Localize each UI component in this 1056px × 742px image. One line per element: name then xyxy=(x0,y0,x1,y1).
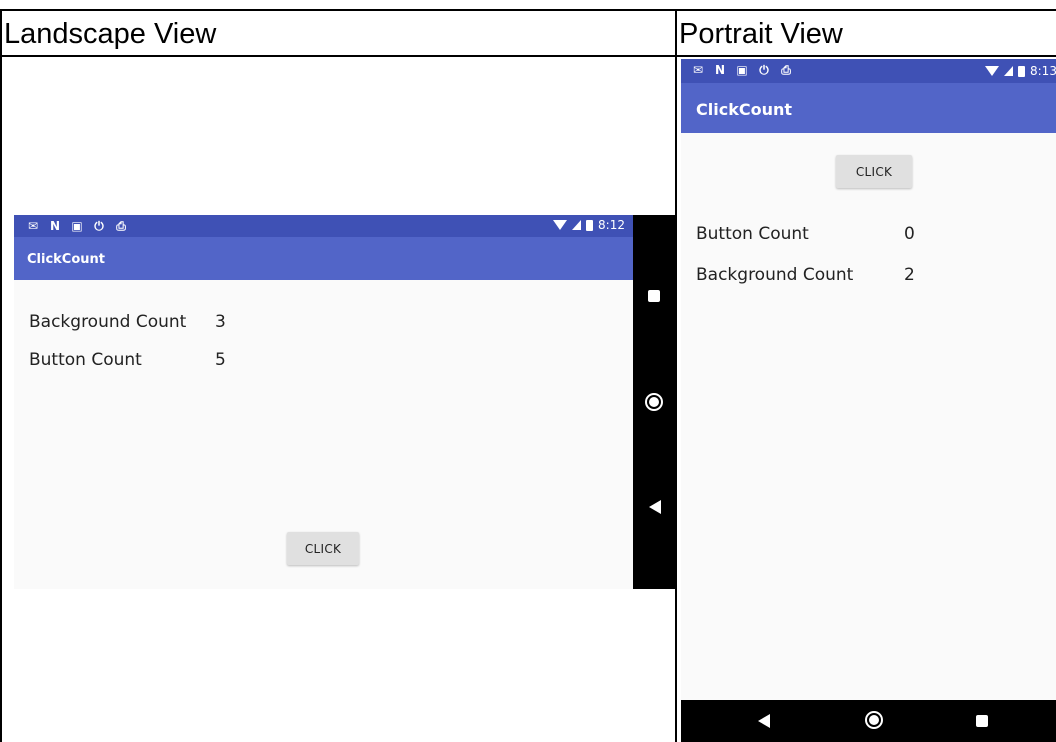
recents-icon[interactable] xyxy=(976,715,988,727)
back-icon[interactable] xyxy=(758,714,770,728)
portrait-status-bar: ✉ N ▣ ⏻ ⎙ 8:13 xyxy=(681,59,1056,83)
table-top-border xyxy=(0,9,1056,11)
portrait-notification-icons: ✉ N ▣ ⏻ ⎙ xyxy=(691,63,793,77)
landscape-status-time: 8:12 xyxy=(598,218,625,232)
home-icon[interactable] xyxy=(865,711,883,729)
gmail-icon: ✉ xyxy=(692,63,704,77)
back-icon[interactable] xyxy=(649,500,661,514)
portrait-value-button-count: 0 xyxy=(904,224,915,244)
landscape-label-background-count: Background Count xyxy=(29,312,187,332)
portrait-nav-bar xyxy=(681,700,1056,742)
landscape-status-bar: ✉ N ▣ ⏻ ⎙ 8:12 xyxy=(14,215,633,237)
landscape-app-bar: ClickCount xyxy=(14,237,633,280)
landscape-status-right: 8:12 xyxy=(553,218,625,232)
landscape-click-button[interactable]: CLICK xyxy=(287,532,359,565)
signal-icon xyxy=(1004,66,1013,76)
table-column-divider xyxy=(675,9,677,742)
wifi-icon xyxy=(985,66,999,76)
landscape-notification-icons: ✉ N ▣ ⏻ ⎙ xyxy=(26,219,128,233)
portrait-value-background-count: 2 xyxy=(904,265,915,285)
gmail-icon: ✉ xyxy=(27,219,39,233)
power-icon: ⏻ xyxy=(94,219,104,233)
wifi-icon xyxy=(553,220,568,230)
landscape-nav-bar xyxy=(633,215,675,589)
landscape-screen: ✉ N ▣ ⏻ ⎙ 8:12 ClickCount Background Cou… xyxy=(14,215,633,589)
n-icon: N xyxy=(49,219,61,233)
sim-icon: ▣ xyxy=(71,219,83,233)
table-header-divider xyxy=(0,55,1056,57)
n-icon: N xyxy=(714,63,726,77)
portrait-heading: Portrait View xyxy=(679,18,843,50)
signal-icon xyxy=(572,220,582,230)
battery-icon xyxy=(1018,65,1025,77)
portrait-label-background-count: Background Count xyxy=(696,265,854,285)
battery-icon xyxy=(586,219,594,231)
landscape-heading: Landscape View xyxy=(4,18,217,50)
sim-icon: ▣ xyxy=(736,63,748,77)
clipboard-icon: ⎙ xyxy=(116,219,126,233)
portrait-app-bar: ClickCount xyxy=(681,83,1056,133)
portrait-screen: ✉ N ▣ ⏻ ⎙ 8:13 ClickCount CLICK Button C… xyxy=(681,59,1056,742)
landscape-value-button-count: 5 xyxy=(215,350,226,370)
portrait-label-button-count: Button Count xyxy=(696,224,809,244)
power-icon: ⏻ xyxy=(759,63,769,77)
landscape-value-background-count: 3 xyxy=(215,312,226,332)
table-left-border xyxy=(0,9,2,742)
portrait-click-button[interactable]: CLICK xyxy=(836,155,912,188)
portrait-app-title: ClickCount xyxy=(696,100,792,119)
home-icon[interactable] xyxy=(645,393,663,411)
recents-icon[interactable] xyxy=(648,290,660,302)
portrait-status-time: 8:13 xyxy=(1030,64,1056,78)
portrait-status-right: 8:13 xyxy=(985,64,1056,78)
clipboard-icon: ⎙ xyxy=(781,63,791,77)
landscape-app-title: ClickCount xyxy=(27,252,105,267)
landscape-label-button-count: Button Count xyxy=(29,350,142,370)
